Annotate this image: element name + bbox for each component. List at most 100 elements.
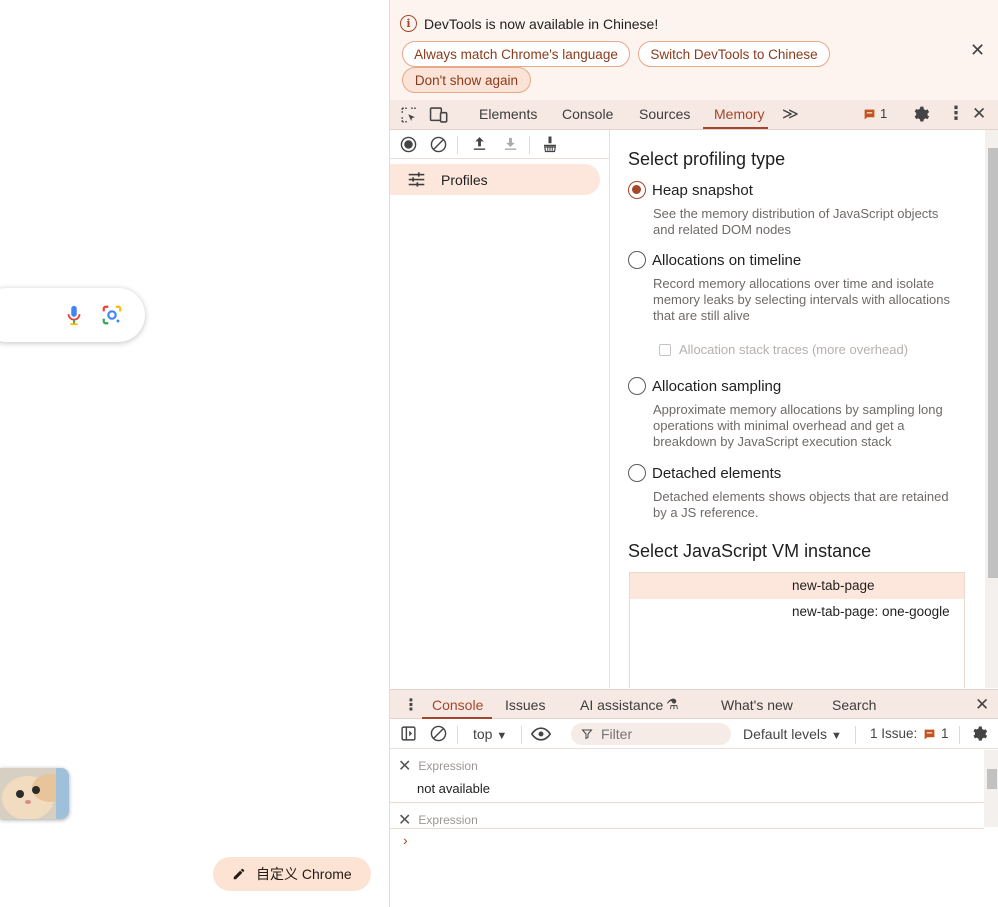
sidebar-toggle-icon[interactable] [400,725,417,742]
active-tab-indicator [703,127,768,129]
drawer-tab-whats-new[interactable]: What's new [721,697,793,713]
close-drawer-icon[interactable]: ✕ [975,695,989,715]
device-toolbar-icon[interactable] [429,106,449,124]
devtools-panel: i DevTools is now available in Chinese! … [389,0,998,907]
tune-icon [408,172,425,187]
vm-instance-label: new-tab-page [792,578,875,593]
live-expression[interactable]: ✕ Expression [398,810,478,830]
log-levels-dropdown[interactable]: Default levels ▼ [743,726,842,742]
expression-divider [390,802,984,803]
customize-chrome-label: 自定义 Chrome [256,866,352,882]
expressions-scrollbar[interactable] [984,750,998,827]
detached-elements-label: Detached elements [652,464,782,482]
drawer-menu-icon[interactable]: ⋮ [403,695,419,715]
expression-divider [390,828,984,829]
toolbar-divider [855,726,856,744]
select-vm-instance-title: Select JavaScript VM instance [628,541,872,561]
option-allocation-sampling[interactable]: Allocation sampling [628,377,781,395]
drawer-tab-issues[interactable]: Issues [505,697,545,713]
tab-elements[interactable]: Elements [479,106,537,122]
memory-sidebar: Profiles [390,130,610,688]
clear-icon[interactable] [430,136,447,153]
allocation-stack-traces-option: Allocation stack traces (more overhead) [659,342,908,357]
sidebar-item-profiles[interactable]: Profiles [390,164,600,195]
main-tab-bar: Elements Console Sources Memory ≫ 1 ⋮ ✕ [390,100,998,130]
allocation-stack-traces-label: Allocation stack traces (more overhead) [679,342,909,357]
tab-console[interactable]: Console [562,106,613,122]
flask-icon: ⚗ [666,696,679,712]
eye-icon[interactable] [531,726,551,742]
console-filter[interactable] [571,723,731,745]
new-tab-page: 自定义 Chrome [0,0,389,907]
filter-input[interactable] [601,726,711,742]
chevron-down-icon: ▼ [496,730,508,742]
panel-scrollbar[interactable] [985,130,998,688]
radio-allocation-sampling[interactable] [628,377,646,395]
profiling-type-panel: Select profiling type Heap snapshot See … [611,130,985,688]
more-tabs-chevron-icon[interactable]: ≫ [782,104,799,124]
tab-sources[interactable]: Sources [639,106,690,122]
microphone-icon[interactable] [63,304,85,326]
context-label: top [473,726,493,742]
customize-chrome-button[interactable]: 自定义 Chrome [213,857,371,891]
drawer-tab-bar: ⋮ Console Issues AI assistance ⚗ What's … [390,689,998,719]
search-box[interactable] [0,288,145,342]
pencil-icon [233,868,245,880]
allocation-stack-traces-checkbox[interactable] [659,343,671,356]
console-prompt-chevron-icon[interactable]: › [403,832,408,848]
scrollbar-thumb[interactable] [987,769,997,789]
tab-memory[interactable]: Memory [714,106,765,122]
garbage-collect-icon[interactable] [541,135,559,153]
more-options-icon[interactable]: ⋮ [947,103,965,124]
close-devtools-icon[interactable]: ✕ [972,104,986,124]
gear-icon[interactable] [911,105,930,124]
remove-expression-icon[interactable]: ✕ [398,756,411,776]
console-toolbar: top ▼ Default levels ▼ 1 Issue: 1 [390,719,998,749]
expression-value: not available [417,781,490,796]
toolbar-divider [457,136,458,154]
context-selector[interactable]: top ▼ [473,726,507,742]
detached-elements-description: Detached elements shows objects that are… [653,489,949,520]
option-allocations-timeline[interactable]: Allocations on timeline [628,251,801,269]
toolbar-divider [959,726,960,744]
issues-count[interactable]: 1 [880,106,887,121]
dont-show-again-button[interactable]: Don't show again [402,67,531,93]
allocations-timeline-description: Record memory allocations over time and … [653,276,950,323]
heap-snapshot-label: Heap snapshot [652,181,753,199]
infobar-message-row: i DevTools is now available in Chinese! [400,15,658,32]
chevron-down-icon: ▼ [830,730,842,742]
switch-to-chinese-button[interactable]: Switch DevTools to Chinese [638,41,830,67]
console-issues-label[interactable]: 1 Issue: [870,726,917,741]
expression-placeholder: Expression [418,759,478,773]
drawer-tab-console[interactable]: Console [432,697,483,713]
toolbar-divider [457,726,458,744]
vm-instance-label: new-tab-page: one-google [792,604,950,619]
option-detached-elements[interactable]: Detached elements [628,464,781,482]
scrollbar-thumb[interactable] [988,148,998,578]
always-match-language-button[interactable]: Always match Chrome's language [402,41,630,67]
inspect-element-icon[interactable] [400,106,418,124]
drawer-tab-search[interactable]: Search [832,697,876,713]
record-icon[interactable] [400,136,417,153]
load-profile-icon[interactable] [471,135,488,152]
shortcut-thumbnail[interactable] [0,768,69,819]
save-profile-icon[interactable] [502,135,519,152]
remove-expression-icon[interactable]: ✕ [398,810,411,830]
live-expression[interactable]: ✕ Expression [398,756,478,776]
google-lens-icon[interactable] [101,304,123,326]
radio-detached-elements[interactable] [628,464,646,482]
issues-icon[interactable] [863,108,876,121]
drawer-tab-ai-assistance[interactable]: AI assistance [580,697,663,713]
console-settings-gear-icon[interactable] [970,725,988,743]
memory-toolbar [390,130,609,159]
issues-icon [924,729,935,740]
language-infobar: i DevTools is now available in Chinese! … [390,0,998,100]
kitten-image [0,768,69,819]
infobar-message: DevTools is now available in Chinese! [424,15,659,32]
radio-heap-snapshot[interactable] [628,181,646,199]
toolbar-divider [529,136,530,154]
clear-console-icon[interactable] [430,725,447,742]
option-heap-snapshot[interactable]: Heap snapshot [628,181,753,199]
radio-allocations-timeline[interactable] [628,251,646,269]
close-icon[interactable]: ✕ [970,40,985,61]
